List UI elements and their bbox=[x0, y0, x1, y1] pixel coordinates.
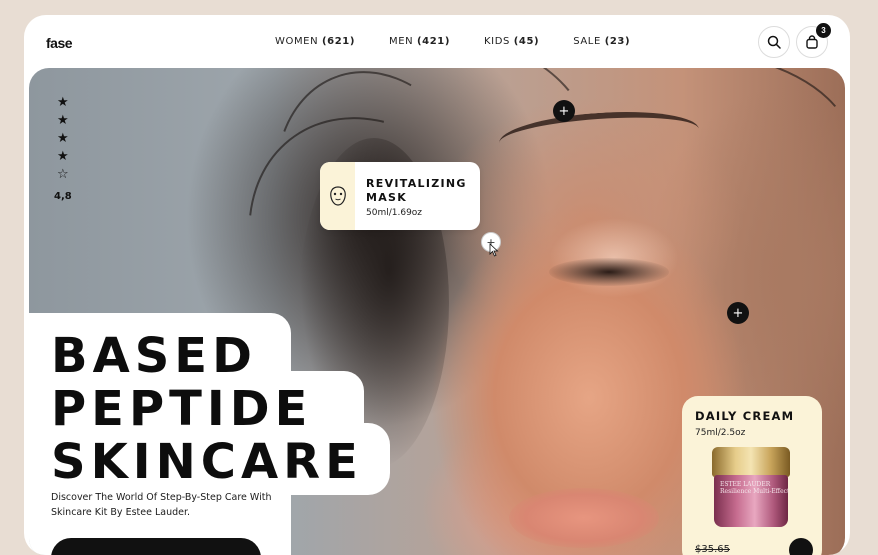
hotspot-plus-button[interactable]: + bbox=[553, 100, 575, 122]
product-title-line: MASK bbox=[366, 191, 408, 204]
face-mask-icon bbox=[320, 162, 355, 230]
hero-banner: ★ ★ ★ ★ ☆ 4,8 + + + REVITALIZING MASK 50… bbox=[29, 68, 845, 555]
hero-headline: BASED PEPTIDE SKINCARE bbox=[51, 330, 363, 489]
star-filled-icon: ★ bbox=[57, 95, 69, 110]
app-window: fase WOMEN (621) MEN (421) KIDS (45) SAL… bbox=[24, 15, 850, 555]
star-filled-icon: ★ bbox=[57, 149, 69, 164]
headline-line: PEPTIDE bbox=[51, 381, 313, 437]
search-icon bbox=[767, 35, 781, 49]
brand-logo[interactable]: fase bbox=[46, 35, 73, 51]
product-title: REVITALIZING MASK bbox=[366, 177, 467, 205]
product-image: ESTEE LAUDER Resilience Multi-Effect bbox=[712, 447, 790, 527]
nav-item-sale[interactable]: SALE (23) bbox=[573, 36, 630, 47]
product-title: DAILY CREAM bbox=[695, 409, 795, 423]
headline-line: BASED bbox=[51, 328, 257, 384]
nav-label: KIDS bbox=[484, 36, 510, 47]
cart-button[interactable]: 3 bbox=[796, 23, 831, 58]
eye-shape bbox=[549, 258, 669, 286]
nav-item-men[interactable]: MEN (421) bbox=[389, 36, 450, 47]
nav-count: (23) bbox=[604, 36, 631, 47]
jar-brand-text: ESTEE LAUDER bbox=[720, 481, 771, 488]
star-outline-icon: ☆ bbox=[57, 167, 69, 182]
star-rating: ★ ★ ★ ★ ☆ bbox=[57, 94, 77, 184]
hotspot-plus-button[interactable]: + bbox=[727, 302, 749, 324]
bag-icon bbox=[806, 35, 818, 49]
nav-count: (621) bbox=[321, 36, 355, 47]
nav-label: MEN bbox=[388, 36, 414, 47]
product-card-mask[interactable]: REVITALIZING MASK 50ml/1.69oz bbox=[320, 162, 480, 230]
add-to-cart-button[interactable] bbox=[789, 538, 813, 555]
star-filled-icon: ★ bbox=[57, 113, 69, 128]
nav-count: (421) bbox=[417, 36, 451, 47]
star-filled-icon: ★ bbox=[57, 131, 69, 146]
nav-item-women[interactable]: WOMEN (621) bbox=[275, 36, 355, 47]
headline-line: SKINCARE bbox=[51, 434, 363, 490]
nav-label: SALE bbox=[573, 36, 601, 47]
shop-now-button[interactable] bbox=[51, 538, 261, 555]
lips-shape bbox=[509, 488, 659, 548]
cursor-pointer-icon bbox=[489, 243, 499, 257]
jar-lid bbox=[712, 447, 790, 477]
jar-product-text: Resilience Multi-Effect bbox=[720, 488, 790, 495]
product-title-line: REVITALIZING bbox=[366, 177, 467, 190]
cart-count-badge: 3 bbox=[816, 23, 831, 38]
search-button[interactable] bbox=[758, 26, 790, 58]
nav-label: WOMEN bbox=[275, 36, 319, 47]
nav-item-kids[interactable]: KIDS (45) bbox=[484, 36, 539, 47]
product-size: 75ml/2.5oz bbox=[695, 428, 746, 438]
nav-count: (45) bbox=[513, 36, 540, 47]
product-size: 50ml/1.69oz bbox=[366, 208, 423, 218]
rating-value: 4,8 bbox=[54, 191, 72, 202]
hero-description: Discover The World Of Step-By-Step Care … bbox=[51, 492, 272, 518]
product-card-daily-cream[interactable]: DAILY CREAM 75ml/2.5oz ESTEE LAUDER Resi… bbox=[682, 396, 822, 555]
jar-label: ESTEE LAUDER Resilience Multi-Effect bbox=[720, 481, 789, 495]
product-price: $35.65 bbox=[695, 544, 730, 555]
main-nav: WOMEN (621) MEN (421) KIDS (45) SALE (23… bbox=[275, 36, 664, 47]
